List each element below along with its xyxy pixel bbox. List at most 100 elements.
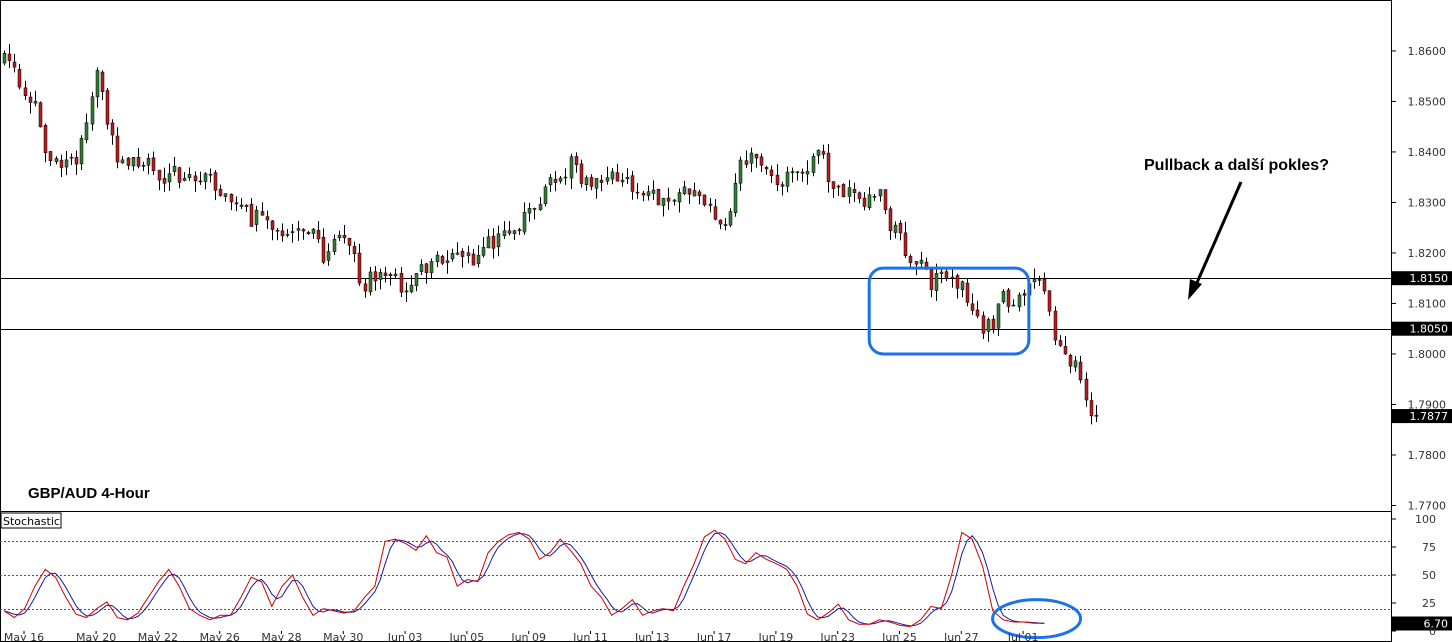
gbpaud-4h-chart: 1.8600 1.8500 1.8400 1.8300 1.8200 1.8100 1.80…	[0, 0, 1452, 642]
price-tick-label: 1.7700	[1408, 499, 1447, 512]
time-tick-label: Jun 13	[634, 631, 670, 642]
price-tick-label: 1.8600	[1408, 45, 1447, 58]
candle-bull	[445, 260, 450, 263]
candle-bull	[296, 228, 301, 231]
candle-bull	[919, 259, 924, 264]
candle-bear	[563, 176, 568, 179]
chart-title: GBP/AUD 4-Hour	[28, 485, 150, 502]
candle-bear	[74, 157, 79, 165]
candle-bull	[682, 186, 687, 194]
candle-bear	[1078, 361, 1083, 381]
candle-bear	[1053, 310, 1058, 341]
candle-bear	[388, 273, 393, 276]
candle-bear	[239, 204, 244, 207]
candle-bear	[764, 167, 769, 170]
candle-bear	[193, 175, 198, 182]
candle-bear	[713, 206, 718, 220]
time-tick-label: May 30	[323, 631, 363, 642]
price-tick-label: 1.8400	[1408, 146, 1447, 159]
candle-bull	[79, 138, 84, 165]
candle-bull	[1073, 360, 1078, 368]
candle-bear	[630, 175, 635, 192]
candle-bear	[316, 229, 321, 240]
candle-bear	[888, 208, 893, 232]
candle-bear	[1047, 290, 1052, 312]
candle-bull	[476, 254, 481, 264]
stochastic-label-box: Stochastic	[0, 512, 62, 529]
candle-bear	[471, 253, 476, 266]
candle-bull	[450, 253, 455, 260]
candle-bull	[939, 271, 944, 274]
candle-bull	[795, 171, 800, 173]
candle-bull	[414, 273, 419, 286]
candle-bull	[878, 189, 883, 197]
candle-bear	[800, 171, 805, 174]
candle-bear	[1006, 289, 1011, 307]
candle-bull	[290, 231, 295, 234]
candle-bull	[332, 238, 337, 252]
candle-bear	[249, 203, 254, 227]
candle-bull	[435, 254, 440, 262]
candle-bull	[254, 209, 259, 225]
time-tick-label: May 26	[200, 631, 240, 642]
price-tick-label: 1.8200	[1408, 247, 1447, 260]
candle-bear	[702, 194, 707, 206]
candle-bull	[867, 194, 872, 208]
candle-bull	[244, 204, 249, 208]
time-tick-label: Jun 17	[696, 631, 732, 642]
candle-bull	[393, 273, 398, 277]
price-tick-label: 1.8500	[1408, 95, 1447, 108]
candle-bull	[610, 171, 615, 180]
candle-bull	[368, 271, 373, 293]
candle-bear	[666, 197, 671, 202]
candle-bull	[847, 187, 852, 197]
candle-bear	[260, 211, 265, 216]
candle-bear	[898, 222, 903, 234]
candle-bull	[33, 101, 38, 104]
candle-bull	[404, 290, 409, 293]
stochastic-tick-label: 25	[1422, 597, 1436, 610]
candle-bull	[811, 156, 816, 173]
candle-bear	[687, 188, 692, 195]
candle-bull	[836, 185, 841, 188]
candle-bull	[496, 233, 501, 248]
candle-bear	[1089, 400, 1094, 417]
candle-bull	[409, 284, 414, 293]
candle-bull	[429, 261, 434, 274]
candle-bear	[1068, 354, 1073, 367]
candle-bear	[424, 263, 429, 273]
candle-bear	[115, 135, 120, 163]
candle-bear	[126, 157, 131, 166]
candle-bear	[208, 173, 213, 176]
candle-bear	[831, 181, 836, 189]
candle-bear	[28, 96, 33, 103]
candle-bear	[532, 208, 537, 210]
candle-bear	[708, 203, 713, 206]
candle-bear	[769, 169, 774, 176]
price-tag-label: 1.7877	[1410, 410, 1449, 423]
candle-bear	[1063, 346, 1068, 355]
candle-bear	[914, 261, 919, 265]
candle-bull	[64, 159, 69, 168]
candle-bear	[944, 271, 949, 279]
time-tick-label: Jun 03	[387, 631, 423, 642]
candle-bull	[594, 177, 599, 189]
candle-bear	[1058, 340, 1063, 346]
time-tick-label: Jun 25	[881, 631, 917, 642]
candle-bull	[790, 171, 795, 173]
candle-bear	[1042, 278, 1047, 292]
candle-bear	[110, 122, 115, 136]
candle-bull	[1001, 291, 1006, 303]
candle-bull	[569, 156, 574, 179]
candle-bull	[167, 173, 172, 183]
candle-bear	[852, 189, 857, 193]
time-tick-label: May 16	[4, 631, 44, 642]
time-tick-label: May 28	[261, 631, 301, 642]
candle-bull	[90, 96, 95, 125]
candle-bull	[558, 177, 563, 182]
candle-bull	[677, 192, 682, 203]
candle-bear	[656, 189, 661, 206]
candle-bull	[187, 173, 192, 178]
candle-bear	[342, 234, 347, 239]
candle-bear	[213, 172, 218, 191]
